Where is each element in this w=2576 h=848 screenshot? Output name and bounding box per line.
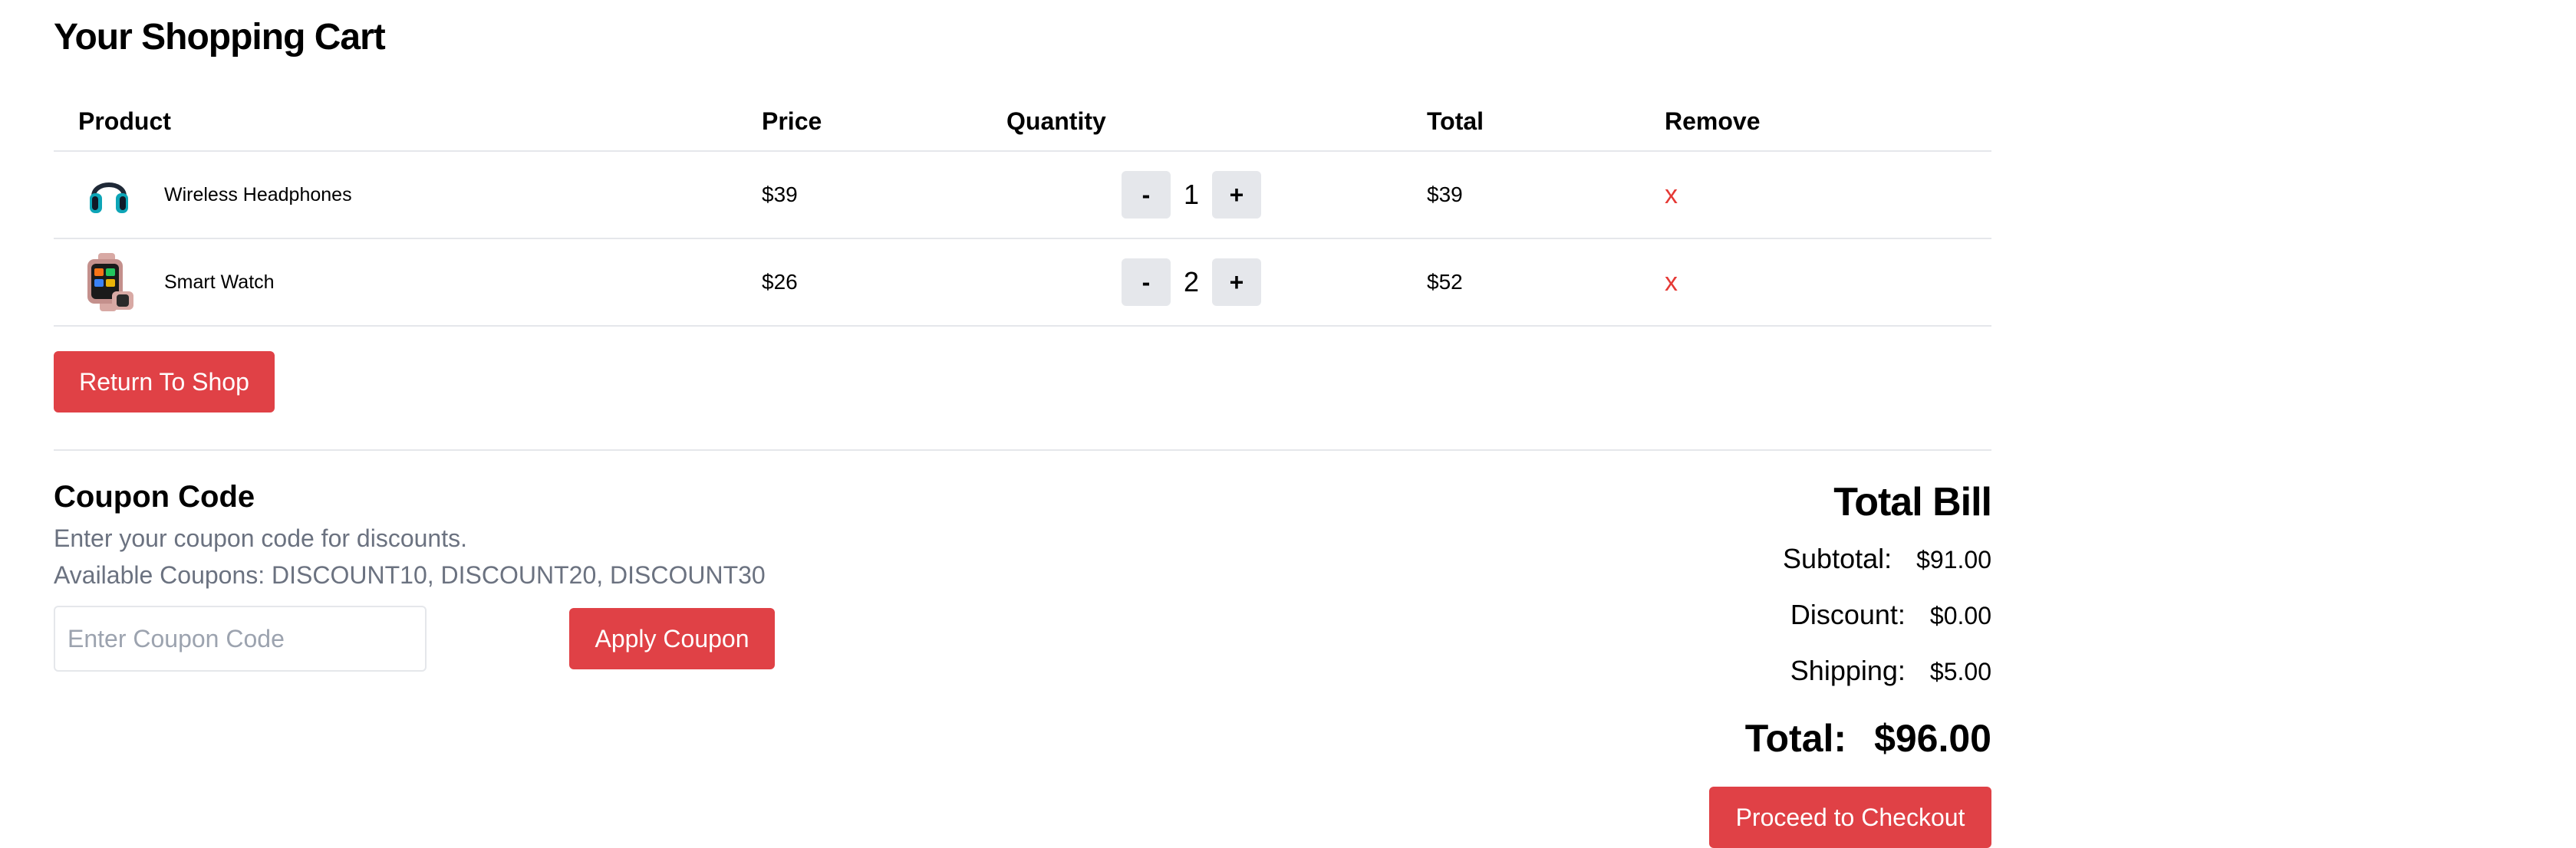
column-header-remove: Remove — [1665, 92, 1991, 152]
apply-coupon-button[interactable]: Apply Coupon — [569, 608, 775, 669]
quantity-value: 2 — [1183, 266, 1200, 297]
subtotal-row: Subtotal: $91.00 — [1783, 543, 1991, 575]
line-total: $52 — [1427, 238, 1665, 327]
table-row: Smart Watch $26 - 2 + $52 x — [54, 238, 1991, 327]
shipping-row: Shipping: $5.00 — [1790, 655, 1991, 687]
column-header-price: Price — [762, 92, 1006, 152]
headphones-icon — [78, 164, 140, 225]
decrease-quantity-button[interactable]: - — [1122, 258, 1171, 306]
remove-cell: x — [1665, 151, 1991, 239]
proceed-to-checkout-button[interactable]: Proceed to Checkout — [1709, 787, 1991, 848]
page-title: Your Shopping Cart — [54, 17, 386, 58]
shopping-cart-page: Your Shopping Cart Product Price Quantit… — [0, 0, 2576, 848]
product-name: Wireless Headphones — [164, 183, 352, 205]
product-name: Smart Watch — [164, 271, 275, 293]
total-label: Total: — [1744, 717, 1847, 760]
column-header-quantity: Quantity — [1006, 92, 1427, 152]
discount-row: Discount: $0.00 — [1790, 599, 1991, 631]
subtotal-value: $91.00 — [1916, 546, 1991, 574]
shipping-label: Shipping: — [1790, 655, 1906, 686]
quantity-value: 1 — [1183, 179, 1200, 210]
discount-value: $0.00 — [1929, 602, 1991, 629]
total-value: $96.00 — [1874, 717, 1991, 760]
shipping-value: $5.00 — [1929, 658, 1991, 685]
quantity-stepper: - 2 + — [1006, 258, 1427, 306]
quantity-stepper: - 1 + — [1006, 171, 1427, 219]
coupon-title: Coupon Code — [54, 480, 255, 514]
column-header-product: Product — [54, 92, 762, 152]
table-row: Wireless Headphones $39 - 1 + $39 x — [54, 151, 1991, 239]
line-total: $39 — [1427, 151, 1665, 239]
increase-quantity-button[interactable]: + — [1212, 258, 1261, 306]
return-to-shop-button[interactable]: Return To Shop — [54, 351, 275, 412]
grand-total-row: Total: $96.00 — [1745, 716, 1991, 761]
remove-item-button[interactable]: x — [1665, 268, 1678, 297]
discount-label: Discount: — [1790, 599, 1906, 630]
product-price: $39 — [762, 151, 1006, 239]
quantity-cell: - 2 + — [1006, 238, 1427, 327]
cart-table: Product Price Quantity Total Remove Wire… — [54, 92, 1991, 327]
product-cell: Smart Watch — [54, 238, 762, 327]
available-coupons: Available Coupons: DISCOUNT10, DISCOUNT2… — [54, 561, 766, 589]
product-price: $26 — [762, 238, 1006, 327]
increase-quantity-button[interactable]: + — [1212, 171, 1261, 219]
coupon-description: Enter your coupon code for discounts. — [54, 524, 467, 552]
product-cell: Wireless Headphones — [54, 151, 762, 239]
coupon-code-input[interactable] — [54, 606, 427, 672]
section-divider — [54, 449, 1991, 451]
remove-cell: x — [1665, 238, 1991, 327]
quantity-cell: - 1 + — [1006, 151, 1427, 239]
column-header-total: Total — [1427, 92, 1665, 152]
decrease-quantity-button[interactable]: - — [1122, 171, 1171, 219]
bill-title: Total Bill — [1833, 480, 1992, 524]
smartwatch-icon — [78, 251, 140, 313]
subtotal-label: Subtotal: — [1783, 543, 1892, 574]
cart-table-header: Product Price Quantity Total Remove — [54, 92, 1991, 152]
remove-item-button[interactable]: x — [1665, 180, 1678, 209]
